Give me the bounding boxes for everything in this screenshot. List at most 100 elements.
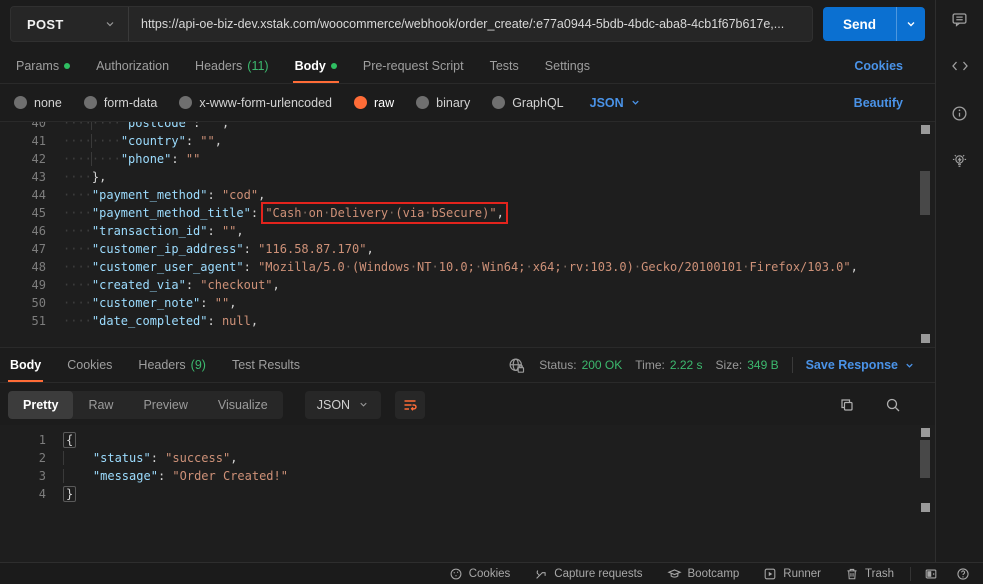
response-meta: Status: 200 OK Time: 2.22 s Size: 349 B … [506, 355, 915, 375]
wrap-line-button[interactable] [395, 391, 425, 419]
cookies-link[interactable]: Cookies [854, 59, 903, 73]
radio-label: x-www-form-urlencoded [199, 96, 332, 110]
tab-label: Cookies [67, 358, 112, 372]
request-editor-scrollbar[interactable] [919, 125, 931, 343]
statusbar-trash[interactable]: Trash [833, 563, 906, 584]
divider [910, 567, 911, 581]
main-panel: POST https://api-oe-biz-dev.xstak.com/wo… [0, 0, 935, 562]
beautify-link[interactable]: Beautify [854, 96, 903, 110]
tab-body[interactable]: Body [293, 48, 339, 83]
view-label: Preview [143, 398, 187, 412]
tab-tests[interactable]: Tests [488, 48, 521, 83]
response-scrollbar[interactable] [919, 428, 931, 512]
radio-label: GraphQL [512, 96, 563, 110]
divider [792, 357, 793, 373]
panel-icon[interactable] [915, 563, 947, 584]
scroll-marker-top [921, 125, 930, 134]
tab-label: Pre-request Script [363, 59, 464, 73]
send-options-button[interactable] [896, 7, 925, 41]
body-type-options: none form-data x-www-form-urlencoded raw bin… [14, 96, 586, 110]
response-body-viewer[interactable]: 1{2 "status": "success",3 "message": "Or… [0, 425, 935, 562]
bottom-status-bar: Cookies Capture requestsBootcampRunnerTra… [0, 562, 983, 584]
line-number: 2 [0, 449, 63, 467]
response-scrollbar-thumb[interactable] [920, 440, 930, 478]
code-line-42: 42········"phone": "" [0, 150, 935, 168]
send-button[interactable]: Send [823, 7, 925, 41]
info-icon[interactable] [950, 103, 970, 123]
url-input[interactable]: https://api-oe-biz-dev.xstak.com/woocomm… [129, 17, 812, 31]
size-value: 349 B [747, 358, 778, 372]
body-type-form-data[interactable]: form-data [84, 96, 158, 110]
radio-label: binary [436, 96, 470, 110]
code-icon[interactable] [950, 56, 970, 76]
statusbar-runner[interactable]: Runner [751, 563, 833, 584]
scroll-marker-bottom [921, 503, 930, 512]
network-globe-icon[interactable] [506, 355, 526, 375]
size-label: Size: [716, 358, 743, 372]
bulb-icon[interactable] [950, 150, 970, 170]
body-type-raw[interactable]: raw [354, 96, 394, 110]
code-line-51: 51····"date_completed": null, [0, 312, 935, 330]
statusbar-bootcamp[interactable]: Bootcamp [655, 563, 752, 584]
response-tab-cookies[interactable]: Cookies [65, 348, 114, 382]
help-icon[interactable] [947, 563, 979, 584]
view-label: Visualize [218, 398, 268, 412]
view-visualize[interactable]: Visualize [203, 391, 283, 419]
code-line-4: 4} [0, 485, 935, 503]
body-type-graphql[interactable]: GraphQL [492, 96, 563, 110]
capture-icon [534, 567, 548, 581]
tab-label: Params [16, 59, 59, 73]
response-tabs: Body Cookies Headers(9) Test Results [8, 348, 324, 382]
tab-pre-request-script[interactable]: Pre-request Script [361, 48, 466, 83]
response-tab-test-results[interactable]: Test Results [230, 348, 302, 382]
save-response-label: Save Response [806, 358, 898, 372]
response-toolbar: Pretty Raw Preview Visualize JSON [0, 384, 935, 425]
comment-icon[interactable] [950, 9, 970, 29]
radio-icon [354, 96, 367, 109]
tab-label: Headers [195, 59, 242, 73]
tab-count: (9) [191, 358, 206, 372]
tab-count: (11) [247, 59, 268, 73]
send-button-label: Send [823, 7, 896, 41]
tab-settings[interactable]: Settings [543, 48, 592, 83]
view-label: Raw [88, 398, 113, 412]
tab-label: Body [10, 358, 41, 372]
body-type-binary[interactable]: binary [416, 96, 470, 110]
code-line-1: 1{ [0, 431, 935, 449]
code-line-50: 50····"customer_note": "", [0, 294, 935, 312]
tab-params[interactable]: Params [14, 48, 72, 83]
response-language-select[interactable]: JSON [305, 391, 381, 419]
line-number: 46 [0, 222, 63, 240]
request-editor-lines: 40········"postcode": "",41········"coun… [0, 121, 935, 330]
search-icon[interactable] [883, 395, 903, 415]
code-line-43: 43····}, [0, 168, 935, 186]
request-body-editor[interactable]: 40········"postcode": "",41········"coun… [0, 121, 935, 348]
statusbar-cookies[interactable]: Cookies [437, 563, 523, 584]
request-language-select[interactable]: JSON [590, 96, 641, 110]
copy-icon[interactable] [837, 395, 857, 415]
response-tab-headers[interactable]: Headers(9) [136, 348, 208, 382]
body-type-none[interactable]: none [14, 96, 62, 110]
radio-label: raw [374, 96, 394, 110]
tab-headers[interactable]: Headers (11) [193, 48, 271, 83]
tab-authorization[interactable]: Authorization [94, 48, 171, 83]
view-pretty[interactable]: Pretty [8, 391, 73, 419]
statusbar-capture-requests[interactable]: Capture requests [522, 563, 654, 584]
status-label: Status: [539, 358, 576, 372]
method-select[interactable]: POST [11, 7, 129, 41]
request-scrollbar-thumb[interactable] [920, 171, 930, 215]
code-line-44: 44····"payment_method": "cod", [0, 186, 935, 204]
view-raw[interactable]: Raw [73, 391, 128, 419]
response-tab-body[interactable]: Body [8, 348, 43, 382]
save-response-button[interactable]: Save Response [806, 358, 915, 372]
code-line-2: 2 "status": "success", [0, 449, 935, 467]
line-number: 1 [0, 431, 63, 449]
cookie-icon [449, 567, 463, 581]
line-number: 40 [0, 121, 63, 132]
response-view-switcher: Pretty Raw Preview Visualize [8, 391, 283, 419]
body-type-x-www-form-urlencoded[interactable]: x-www-form-urlencoded [179, 96, 332, 110]
statusbar-label: Cookies [469, 568, 511, 580]
scroll-marker-bottom [921, 334, 930, 343]
view-preview[interactable]: Preview [128, 391, 202, 419]
line-number: 44 [0, 186, 63, 204]
